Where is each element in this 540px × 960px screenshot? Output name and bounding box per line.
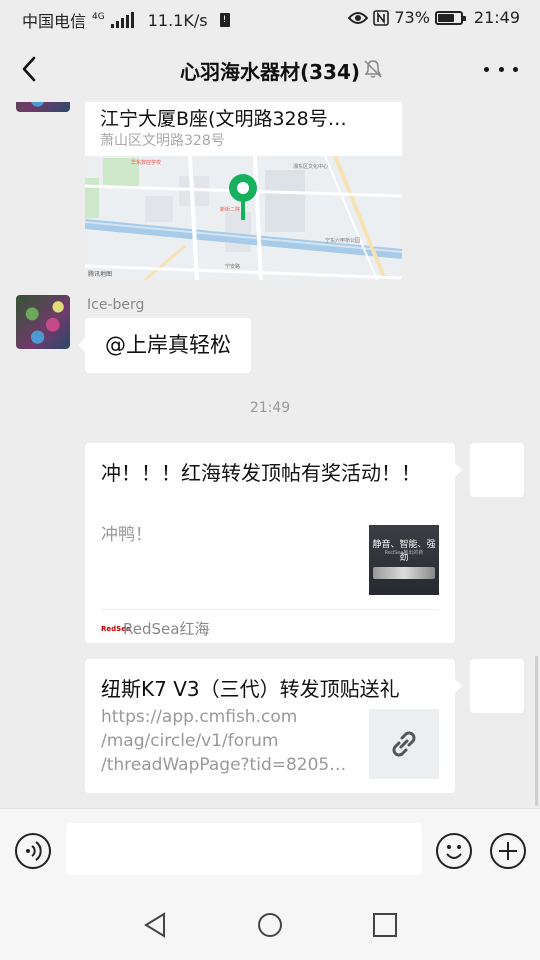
message-list[interactable]: 江宁大厦B座(文明路328号… 萧山区文明路328号 华东数控学校 湘东区文化中… (0, 102, 540, 808)
carrier-label: 中国电信 (22, 12, 87, 31)
text-message[interactable]: @上岸真轻松 (78, 318, 251, 373)
speed-label: 11.1K/s (147, 10, 208, 30)
device-image (373, 567, 435, 579)
share-desc: 冲鸭！ (101, 525, 152, 545)
input-bar (0, 808, 540, 890)
share-title: 冲！！！红海转发顶帖有奖活动！！ (101, 461, 421, 485)
nav-recents-icon[interactable] (370, 910, 400, 940)
link-icon (392, 731, 416, 757)
link-title: 纽斯K7 V3（三代）转发顶贴送礼 (101, 677, 400, 701)
share-thumbnail: 静音、智能、强劲 RedSea推出的新 (369, 525, 439, 595)
mute-icon (364, 60, 382, 78)
nfc-icon (373, 9, 390, 26)
svg-text:宁安路: 宁安路 (225, 263, 240, 270)
time-divider: 21:49 (249, 400, 291, 416)
avatar[interactable] (470, 443, 524, 497)
battery-icon (434, 10, 466, 25)
link-url: https://app.cmfish.com /mag/circle/v1/fo… (101, 705, 346, 777)
sender-name: Ice-berg (87, 297, 145, 313)
nav-back-icon[interactable] (140, 910, 170, 940)
location-address: 萧山区文明路328号 (100, 133, 225, 149)
share-message[interactable]: 冲！！！红海转发顶帖有奖活动！！ 冲鸭！ 静音、智能、强劲 RedSea推出的新… (85, 443, 462, 643)
scrollbar[interactable] (535, 656, 538, 806)
voice-icon[interactable] (15, 833, 51, 869)
avatar[interactable] (470, 659, 524, 713)
source-name: RedSea红海 (123, 620, 210, 638)
share-source: RedSea RedSea红海 (101, 609, 439, 639)
svg-text:腾讯地图: 腾讯地图 (88, 270, 112, 278)
location-title: 江宁大厦B座(文明路328号… (100, 108, 347, 130)
eye-icon (348, 11, 369, 24)
avatar[interactable] (16, 295, 70, 349)
network-type-label: 4G (92, 12, 105, 22)
map-thumbnail: 华东数控学校 湘东区文化中心 宁东六甲桥公园 宁安路 新街二院 腾讯地图 (85, 156, 402, 280)
chat-header: 心羽海水器材(334) (0, 36, 540, 102)
clock: 21:49 (473, 8, 520, 27)
link-url-line: /mag/circle/v1/forum (101, 731, 279, 751)
svg-text:湘东区文化中心: 湘东区文化中心 (293, 163, 328, 170)
emoji-icon[interactable] (436, 833, 472, 869)
battery-percent: 73% (394, 8, 430, 27)
link-url-line: https://app.cmfish.com (101, 707, 298, 727)
status-bar: 中国电信 4G 11.1K/s ! 73% 21:49 (0, 0, 540, 36)
signal-icon (110, 12, 134, 28)
link-url-line: /threadWapPage?tid=8205… (101, 755, 347, 775)
svg-text:华东数控学校: 华东数控学校 (131, 159, 161, 166)
link-message[interactable]: 纽斯K7 V3（三代）转发顶贴送礼 https://app.cmfish.com… (85, 659, 462, 793)
thumbnail-subline: RedSea推出的新 (384, 550, 424, 556)
svg-text:新街二院: 新街二院 (220, 206, 240, 213)
status-right: 73% 21:49 (348, 8, 520, 27)
link-thumbnail (369, 709, 439, 779)
sim-alert-icon: ! (219, 13, 230, 27)
avatar[interactable] (16, 102, 70, 112)
svg-text:宁东六甲桥公园: 宁东六甲桥公园 (325, 237, 360, 244)
message-input[interactable] (66, 823, 422, 875)
system-nav-bar (0, 890, 540, 960)
status-left: 中国电信 4G 11.1K/s ! (22, 8, 230, 32)
plus-icon[interactable] (490, 833, 526, 869)
chat-title: 心羽海水器材(334) (179, 60, 361, 84)
more-icon[interactable] (484, 58, 518, 80)
location-message[interactable]: 江宁大厦B座(文明路328号… 萧山区文明路328号 华东数控学校 湘东区文化中… (85, 102, 402, 280)
battery-fill (437, 13, 454, 22)
redsea-logo: RedSea (101, 624, 131, 633)
nav-home-icon[interactable] (255, 910, 285, 940)
